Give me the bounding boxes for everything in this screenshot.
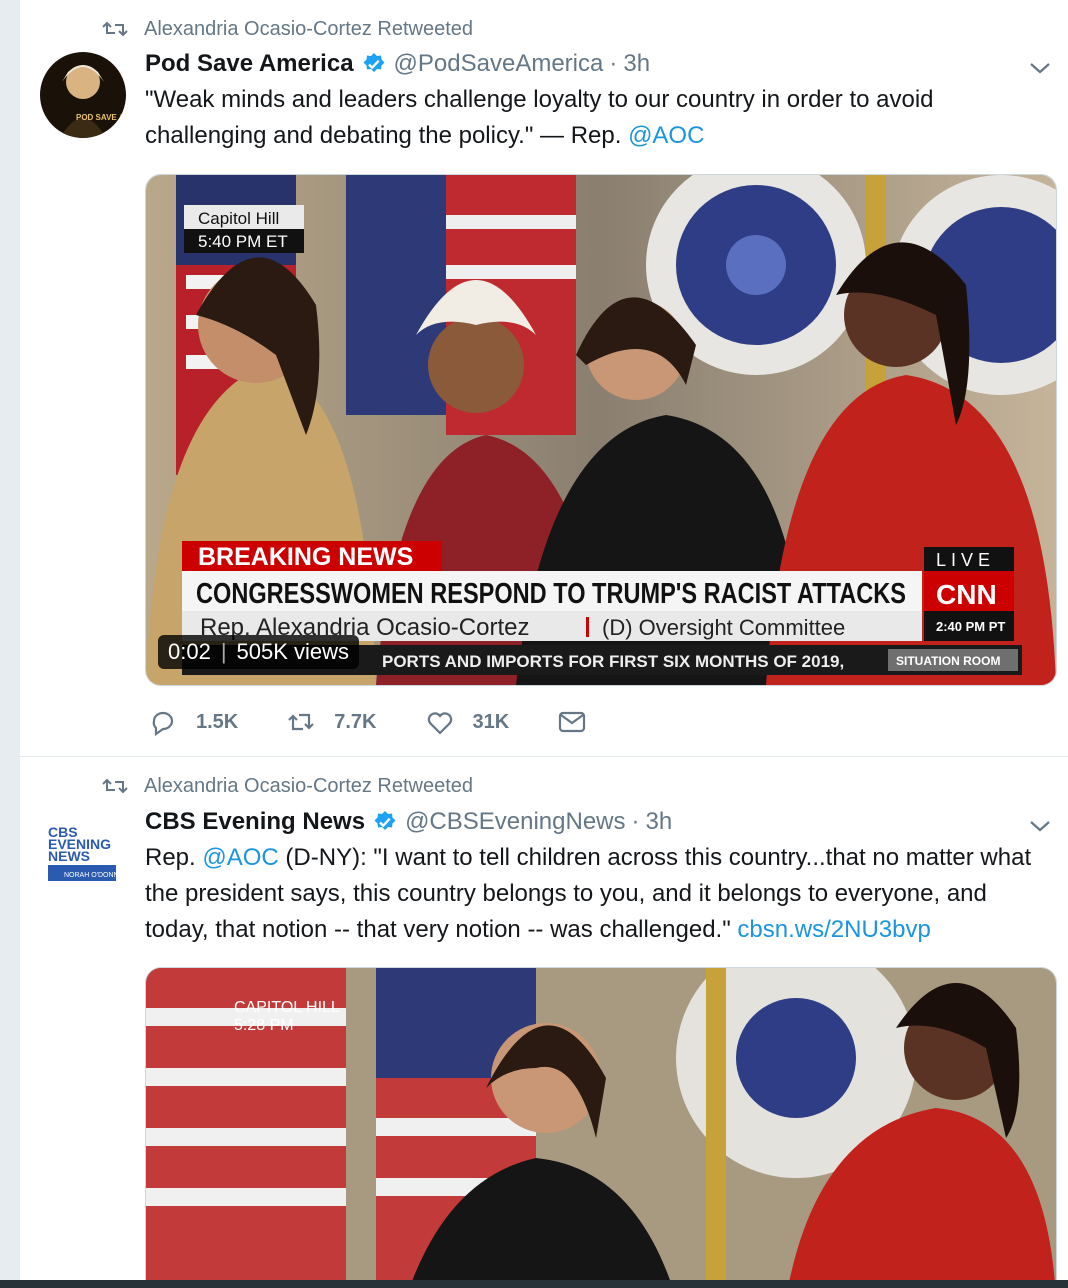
bottom-bar [0,1280,1068,1288]
heart-icon [427,712,452,735]
reply-icon [152,711,174,737]
retweet-count: 7.7K [334,710,377,733]
video-player[interactable]: CAPITOL HILL 5:28 PM [145,967,1057,1280]
location-line1: Capitol Hill [198,209,279,228]
retweet-context: Alexandria Ocasio-Cortez Retweeted [102,14,473,44]
url-link[interactable]: cbsn.ws/2NU3bvp [737,916,930,943]
logo-line4: NORAH O'DONNELL [64,872,131,879]
tweet-text: "Weak minds and leaders challenge loyalt… [145,82,1055,154]
tweet-text-start: Rep. [145,844,203,871]
retweet-icon [102,21,128,37]
network-logo: CNN [936,579,997,610]
verified-badge-icon [374,811,396,830]
timeline: Alexandria Ocasio-Cortez Retweeted POD S… [20,0,1068,1280]
video-duration: 0:02 [168,639,211,664]
overlay-divider: | [220,639,227,664]
show-name: SITUATION ROOM [896,654,1000,668]
retweet-icon [102,778,128,794]
location-line2: 5:40 PM ET [198,232,288,251]
reply-count: 1.5K [196,710,239,733]
tweet-text: Rep. @AOC (D-NY): "I want to tell childr… [145,840,1055,948]
chevron-down-icon[interactable] [1028,814,1052,838]
video-player[interactable]: Capitol Hill 5:40 PM ET BREAKING NEWS LI… [145,174,1057,686]
retweet-context: Alexandria Ocasio-Cortez Retweeted [102,771,473,801]
handle[interactable]: @PodSaveAmerica [394,50,604,78]
tweet-actions: 1.5K 7.7K 31K [148,702,635,742]
timestamp[interactable]: 3h [623,50,650,78]
separator: · [609,50,618,77]
reply-button[interactable]: 1.5K [148,707,238,737]
display-name[interactable]: Pod Save America [145,50,354,78]
breaking-news-label: BREAKING NEWS [198,543,413,571]
verified-badge-icon [363,53,385,72]
retweet-label: Alexandria Ocasio-Cortez Retweeted [144,17,474,40]
mention-link[interactable]: @AOC [628,122,704,149]
chevron-down-icon[interactable] [1028,56,1052,80]
handle[interactable]: @CBSEveningNews [405,808,625,836]
ticker-text: PORTS AND IMPORTS FOR FIRST SIX MONTHS O… [382,652,844,671]
like-count: 31K [472,710,510,733]
video-frame: Capitol Hill 5:40 PM ET BREAKING NEWS LI… [146,175,1056,685]
tweet[interactable]: Alexandria Ocasio-Cortez Retweeted POD S… [20,0,1068,757]
retweet-icon [288,713,315,731]
avatar[interactable]: POD SAVE AMERIC [40,52,126,138]
video-overlay: 0:02 | 505K views [158,635,360,669]
location-line1: CAPITOL HILL [234,999,340,1016]
headline: CONGRESSWOMEN RESPOND TO TRUMP'S RACIST … [196,578,906,610]
mention-link[interactable]: @AOC [202,844,278,871]
separator: · [631,808,640,835]
avatar-text: POD SAVE AMERIC [76,113,126,122]
subtitle-role: (D) Oversight Committee [602,615,845,640]
video-frame: CAPITOL HILL 5:28 PM [146,968,1056,1280]
video-views: 505K views [236,639,350,664]
display-name[interactable]: CBS Evening News [145,808,365,836]
location-line2: 5:28 PM [234,1017,294,1034]
like-button[interactable]: 31K [425,707,510,737]
envelope-icon [559,711,586,733]
tweet-header: CBS Evening News @CBSEveningNews · 3h [145,804,672,840]
live-label: LIVE [936,550,995,570]
pt-time: 2:40 PM PT [936,619,1005,634]
logo-line3: NEWS [48,848,90,864]
retweet-label: Alexandria Ocasio-Cortez Retweeted [144,774,474,797]
tweet-text-body: "Weak minds and leaders challenge loyalt… [145,86,934,149]
retweet-button[interactable]: 7.7K [286,707,377,737]
direct-message-button[interactable] [557,707,587,737]
tweet[interactable]: Alexandria Ocasio-Cortez Retweeted CBS E… [20,757,1068,1280]
cbs-avatar[interactable]: CBS EVENING NEWS NORAH O'DONNELL [48,823,144,883]
tweet-header: Pod Save America @PodSaveAmerica · 3h [145,46,650,82]
timestamp[interactable]: 3h [646,808,673,836]
